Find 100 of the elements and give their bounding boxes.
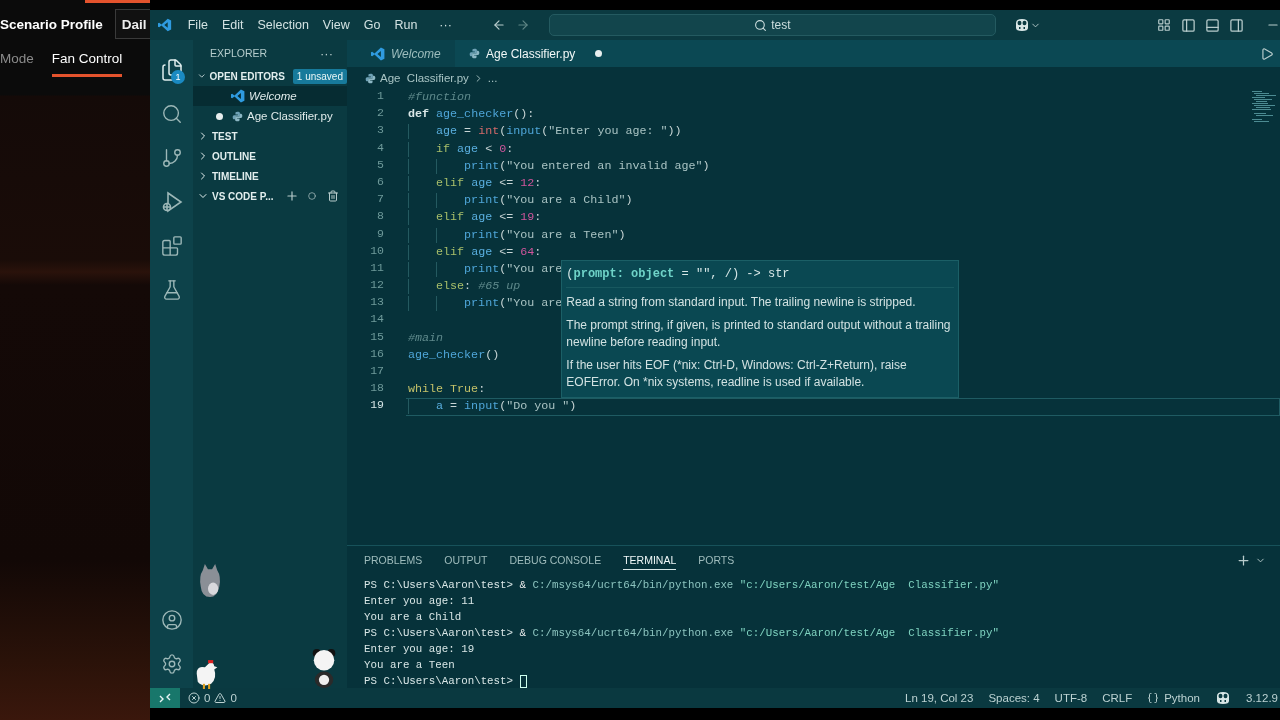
python-file-icon [365, 72, 376, 84]
language-mode[interactable]: Python [1164, 692, 1200, 704]
python-version[interactable]: 3.12.9 [1246, 692, 1278, 704]
terminal-line: Enter you age: 19 [364, 642, 475, 657]
terminal-line: PS C:\Users\Aaron\test> & C:/msys64/ucrt64/bin/python.exe "c:/Users/Aaron/test/Age Classifier.py" [364, 578, 999, 593]
warning-count[interactable]: 0 [230, 692, 237, 704]
secondary-sidebar-button[interactable] [1229, 17, 1244, 33]
code-line: if age < 0: [408, 141, 514, 157]
panel-bottom-icon [1205, 17, 1220, 33]
panda-pet-drawing [310, 648, 336, 688]
code-line: elif age <= 19: [408, 210, 542, 226]
command-center[interactable]: test [548, 14, 996, 36]
circle-icon [307, 192, 316, 200]
section-header[interactable]: TIMELINE [193, 166, 347, 186]
explorer-badge: 1 [171, 70, 185, 84]
open-editor-item[interactable]: Age Classifier.py [193, 106, 347, 126]
section-header[interactable]: VS CODE P... [193, 186, 347, 206]
panel-tab[interactable]: PORTS [698, 550, 735, 570]
back-button[interactable] [491, 18, 506, 32]
line-number: 16 [369, 346, 385, 362]
doc-paragraph: Read a string from standard input. The trailing newline is stripped. [566, 294, 917, 311]
panel-tab[interactable]: DEBUG CONSOLE [509, 550, 602, 570]
search-icon [754, 18, 768, 32]
line-number: 1 [376, 89, 385, 104]
breadcrumb-item[interactable]: ... [487, 72, 498, 84]
section-header[interactable]: OUTLINE [193, 146, 347, 166]
menu-item[interactable]: File [187, 18, 208, 32]
open-editor-item[interactable]: Welcome [193, 86, 347, 106]
terminal-line: You are a Teen [364, 658, 455, 673]
panel-tab[interactable]: OUTPUT [444, 550, 488, 570]
new-terminal-button[interactable] [1236, 552, 1251, 568]
arrow-left-icon [491, 18, 506, 32]
code-line: def age_checker(): [408, 107, 535, 123]
line-number: 3 [376, 123, 385, 139]
menu-item[interactable]: Run [394, 18, 418, 32]
doc-paragraph: If the user hits EOF (*nix: Ctrl-D, Windows: Ctrl-Z+Return), raise EOFError. On *nix systems, readline is used if available. [566, 357, 908, 391]
code-line: a = input("Do you ") [408, 399, 577, 415]
line-number: 18 [369, 381, 385, 397]
copilot-button[interactable] [1014, 18, 1041, 32]
line-number: 5 [376, 157, 385, 173]
vscode-logo-icon [371, 46, 385, 61]
search-icon [160, 103, 183, 125]
code-line: print("You entered an invalid age") [408, 158, 710, 174]
explorer-button[interactable]: 1 [150, 48, 193, 92]
add-button[interactable] [284, 189, 299, 203]
editor-tab[interactable]: Welcome [347, 40, 455, 67]
more-actions-button[interactable]: ··· [320, 45, 333, 61]
remote-icon [159, 692, 171, 704]
customize-layout-button[interactable] [1157, 18, 1171, 32]
code-line: elif age <= 12: [408, 175, 542, 192]
python-file-icon [469, 48, 480, 59]
status-item[interactable]: CRLF [1102, 692, 1133, 704]
menu-item[interactable]: View [322, 18, 350, 32]
sidebar-toggle-button[interactable] [1181, 17, 1196, 33]
breadcrumb-item[interactable]: Age Classifier.py [380, 72, 469, 84]
code-line: print("You are a Teen") [408, 227, 626, 243]
error-count[interactable]: 0 [204, 692, 211, 704]
copilot-icon [1215, 691, 1231, 705]
panel-tab[interactable]: PROBLEMS [364, 550, 423, 570]
panel-right-icon [1229, 17, 1244, 33]
menu-item[interactable]: Go [363, 18, 381, 32]
line-number: 11 [369, 260, 385, 276]
warning-icon [214, 692, 227, 704]
settings-icon [160, 653, 183, 675]
line-number: 9 [376, 226, 385, 242]
trash-button[interactable] [326, 190, 339, 202]
status-item[interactable]: Ln 19, Col 23 [905, 692, 974, 704]
trash-icon [326, 190, 339, 202]
app-tab[interactable]: Mode [0, 43, 34, 77]
line-number: 4 [376, 140, 385, 156]
code-line: age_checker() [408, 347, 500, 363]
terminal-line: PS C:\Users\Aaron\test> [364, 673, 527, 689]
code-line: while True: [408, 382, 486, 398]
python-file-icon [232, 110, 243, 122]
section-header[interactable]: TEST [193, 126, 347, 146]
vscode-logo-icon [158, 18, 172, 32]
menu-item[interactable]: Selection [257, 18, 309, 32]
menu-item[interactable]: Edit [221, 18, 244, 32]
app-title: Scenario Profile [0, 16, 103, 32]
app-tab[interactable]: Fan Control [51, 43, 123, 77]
more-menu-button[interactable]: ··· [439, 18, 452, 32]
code-line: print("You are [408, 296, 563, 312]
play-icon [1260, 46, 1274, 61]
files-icon [159, 58, 184, 82]
code-line: else: #65 up [408, 279, 521, 295]
forward-button[interactable] [515, 18, 530, 32]
profile-button[interactable]: Dail [114, 9, 150, 39]
line-number: 13 [369, 295, 385, 311]
code-line: print("You are [408, 261, 563, 278]
arrow-right-icon [515, 18, 530, 32]
circle-button[interactable] [307, 192, 316, 200]
panel-tab[interactable]: TERMINAL [623, 550, 677, 570]
panel-toggle-button[interactable] [1205, 17, 1220, 33]
status-item[interactable]: UTF-8 [1054, 692, 1088, 704]
panel-left-icon [1181, 17, 1196, 33]
section-header[interactable]: OPEN EDITORS 1 unsaved [193, 66, 347, 86]
vscode-logo-icon [231, 89, 245, 103]
line-number: 12 [369, 278, 385, 294]
status-item[interactable]: Spaces: 4 [988, 692, 1040, 704]
branch-icon [160, 147, 183, 169]
